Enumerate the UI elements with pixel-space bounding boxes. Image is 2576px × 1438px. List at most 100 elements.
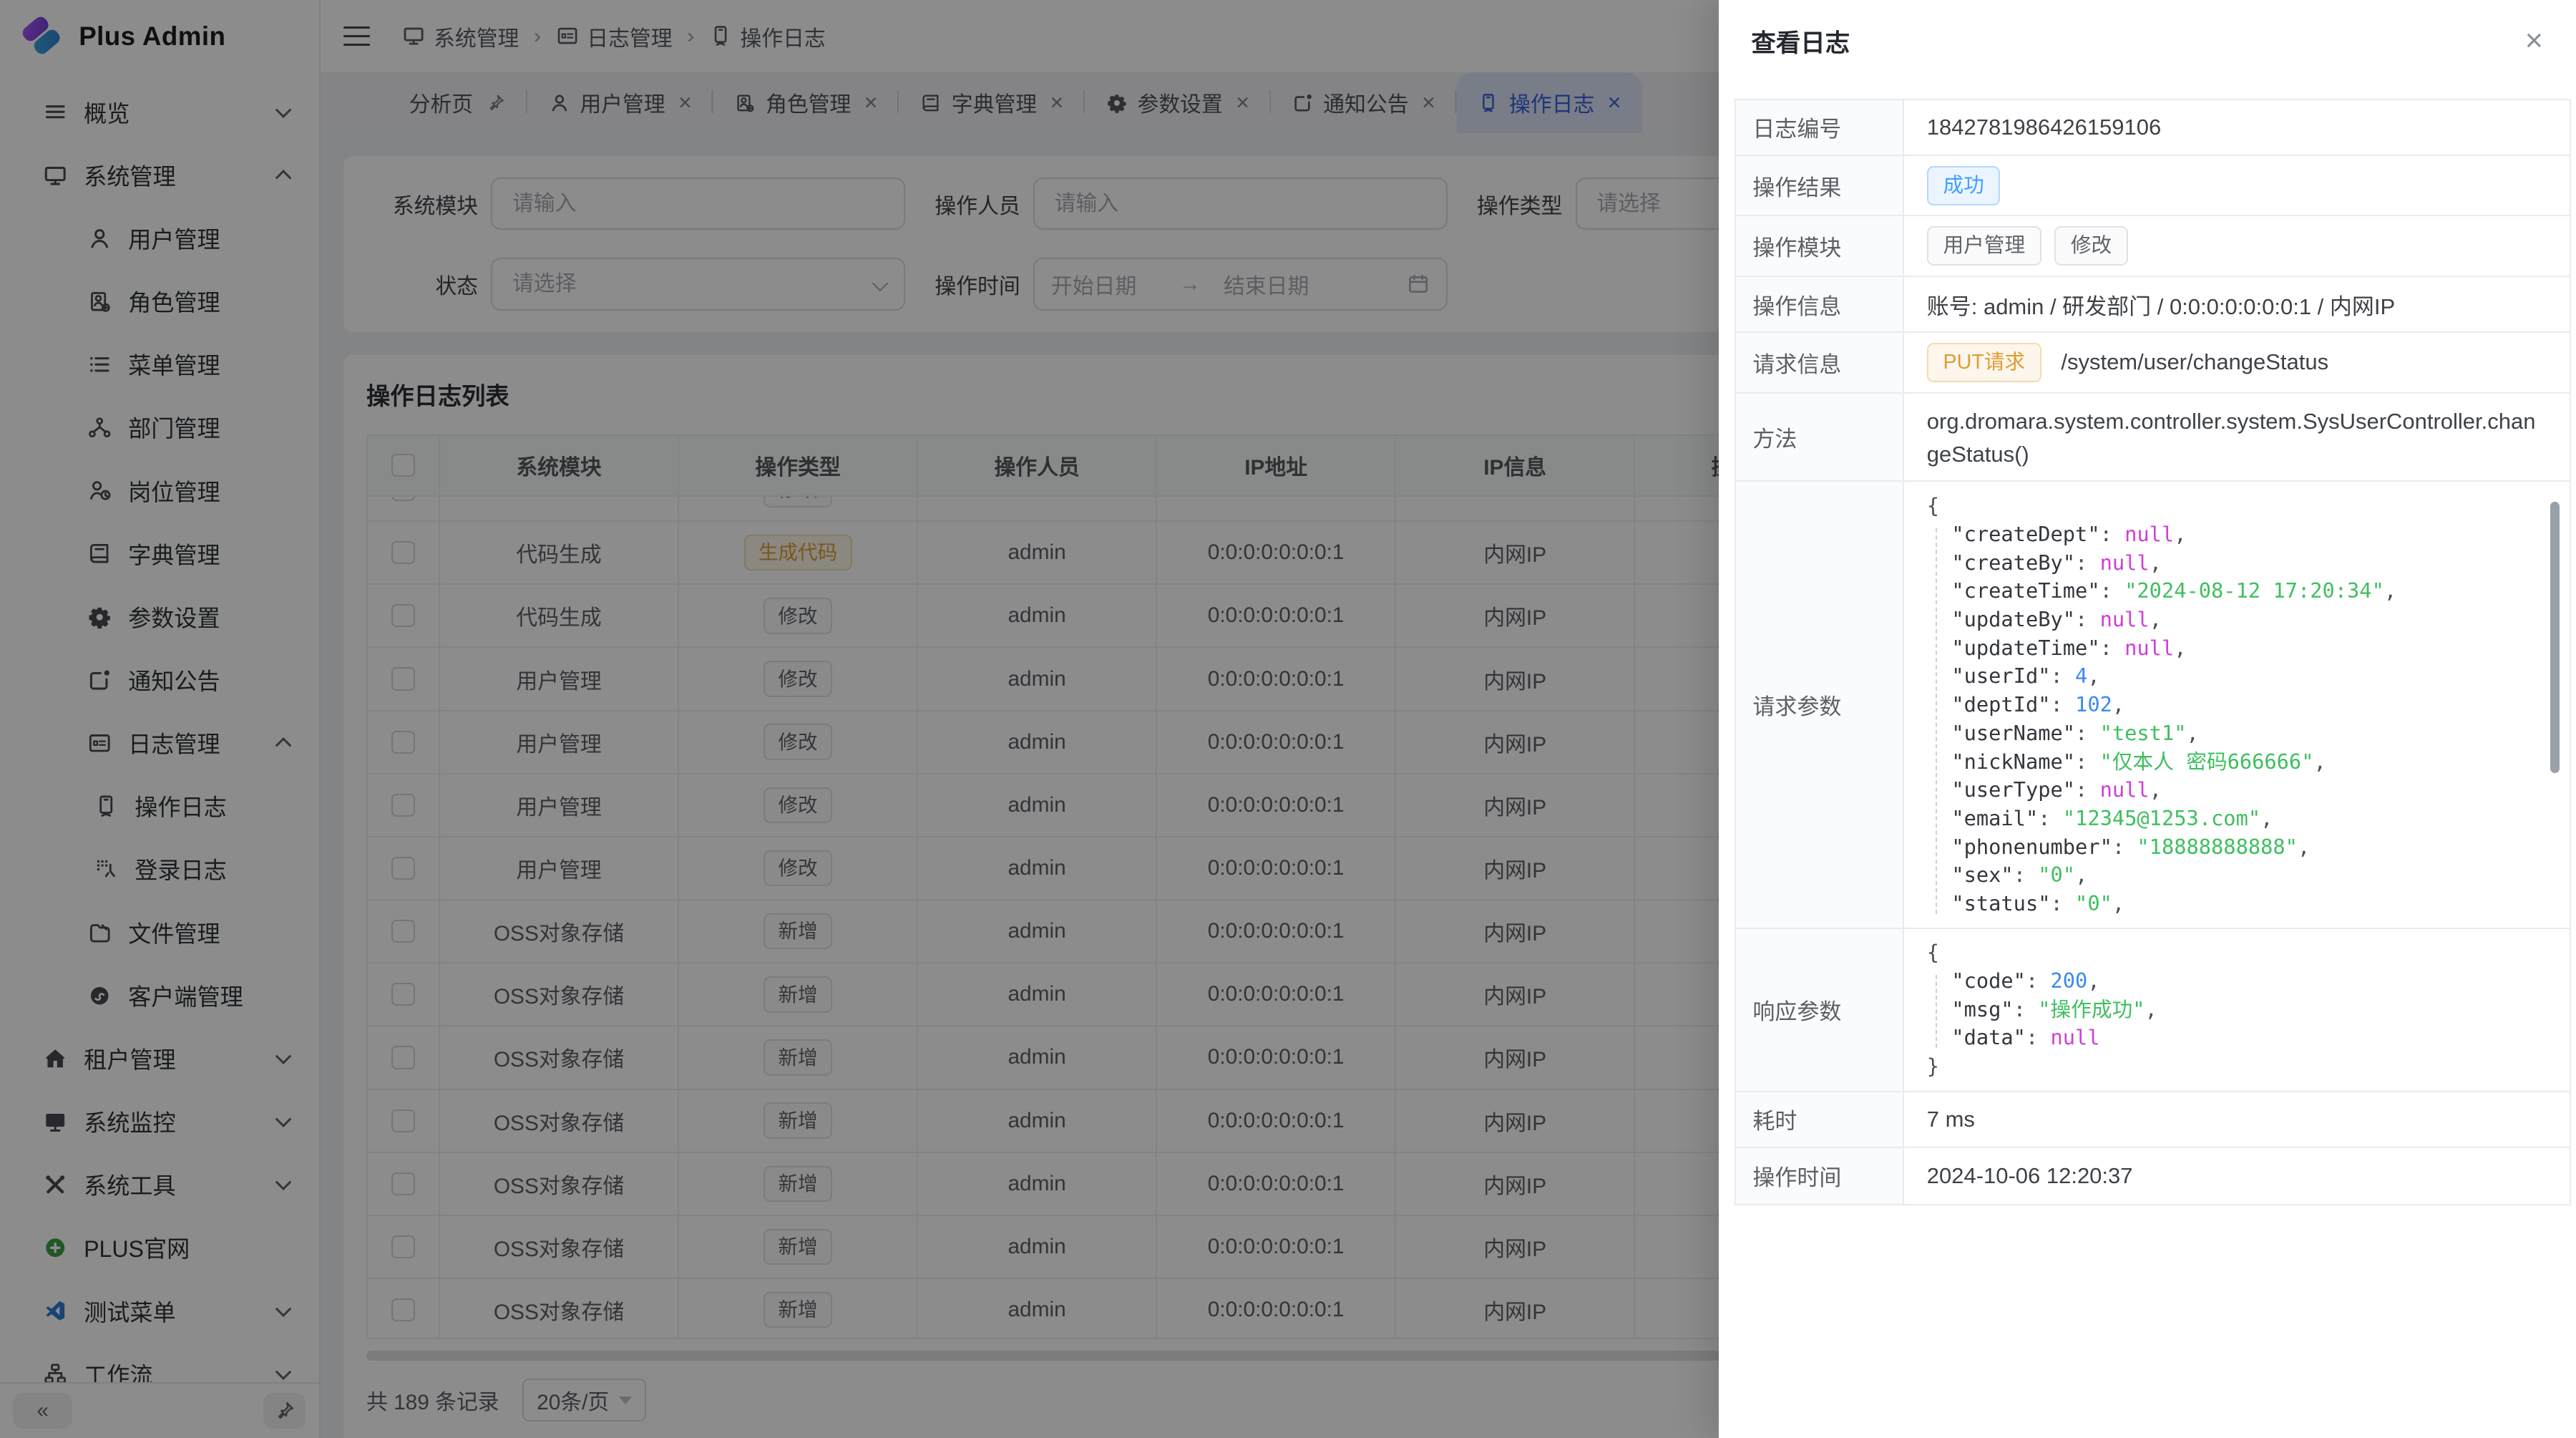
code-token: , — [2187, 721, 2199, 745]
code-token: "updateBy" — [1951, 607, 2075, 631]
field-info: 操作信息 账号: admin / 研发部门 / 0:0:0:0:0:0:0:1 … — [1736, 277, 2570, 333]
code-token — [1927, 550, 1952, 575]
code-token: : — [2026, 1025, 2051, 1049]
code-token: , — [2298, 835, 2310, 859]
code-token: : — [2100, 636, 2125, 660]
code-token: "test1" — [2100, 721, 2187, 745]
code-token: , — [2174, 522, 2186, 546]
code-token: "phonenumber" — [1951, 835, 2112, 859]
code-token: "userType" — [1951, 777, 2075, 802]
view-log-drawer: 查看日志 × 日志编号 1842781986426159106 操作结果 成功 … — [1719, 0, 2576, 1438]
code-token: "18888888888" — [2137, 835, 2298, 859]
code-token: "createTime" — [1951, 578, 2099, 603]
code-token: "data" — [1951, 1025, 2026, 1049]
code-token: : — [2051, 891, 2076, 915]
code-line: "data": null — [1927, 1024, 2570, 1052]
response-params-json: { "code": 200, "msg": "操作成功", "data": nu… — [1927, 938, 2570, 1081]
code-token: : — [2051, 692, 2076, 716]
code-token — [1927, 721, 1952, 745]
code-token: 200 — [2051, 968, 2088, 993]
code-line: "sex": "0", — [1927, 861, 2570, 890]
code-token: "0" — [2038, 863, 2075, 887]
code-token: , — [2150, 777, 2162, 802]
code-line: "email": "12345@1253.com", — [1927, 805, 2570, 833]
code-token: , — [2150, 550, 2162, 575]
code-token: "createDept" — [1951, 522, 2099, 546]
drawer-title: 查看日志 — [1751, 23, 1850, 59]
code-token: null — [2100, 607, 2150, 631]
field-response-params: 响应参数 { "code": 200, "msg": "操作成功", "data… — [1736, 929, 2570, 1092]
indent-guide — [1936, 528, 1937, 915]
code-token: : — [2051, 664, 2076, 688]
field-result: 操作结果 成功 — [1736, 156, 2570, 217]
code-token: 102 — [2075, 692, 2112, 716]
code-token: "status" — [1951, 891, 2050, 915]
code-token: "nickName" — [1951, 749, 2075, 774]
http-method-tag: PUT请求 — [1927, 343, 2041, 382]
code-token: : — [2014, 863, 2039, 887]
drawer-header: 查看日志 × — [1719, 0, 2576, 82]
code-token — [1927, 891, 1952, 915]
code-line: "phonenumber": "18888888888", — [1927, 833, 2570, 862]
code-token: : — [2100, 522, 2125, 546]
code-token: , — [2260, 806, 2273, 830]
field-log-id: 日志编号 1842781986426159106 — [1736, 100, 2570, 156]
code-token — [1927, 968, 1952, 993]
code-token: 4 — [2075, 664, 2087, 688]
code-token: null — [2124, 636, 2174, 660]
code-token: : — [2075, 721, 2100, 745]
code-token — [1927, 749, 1952, 774]
scrollbar-thumb[interactable] — [2550, 502, 2560, 773]
code-token: null — [2100, 777, 2150, 802]
code-token: "2024-08-12 17:20:34" — [2124, 578, 2384, 603]
code-token: "createBy" — [1951, 550, 2075, 575]
code-token: : — [2075, 777, 2100, 802]
code-token: , — [2384, 578, 2396, 603]
code-token: , — [2087, 664, 2099, 688]
field-cost: 耗时 7 ms — [1736, 1092, 2570, 1148]
code-line: "userId": 4, — [1927, 662, 2570, 691]
request-params-json: { "createDept": null, "createBy": null, … — [1927, 492, 2570, 918]
code-token: "code" — [1951, 968, 2026, 993]
code-token: null — [2100, 550, 2150, 575]
code-token — [1927, 607, 1952, 631]
code-token: "email" — [1951, 806, 2038, 830]
code-token: , — [2313, 749, 2326, 774]
code-token: : — [2014, 997, 2039, 1021]
app-window: Plus Admin 概览 系统管理 — [0, 0, 2576, 1438]
code-token: , — [2145, 997, 2157, 1021]
code-token: { — [1927, 493, 1939, 518]
code-token — [1927, 664, 1952, 688]
code-line: "code": 200, — [1927, 967, 2570, 996]
indent-guide — [1936, 975, 1937, 1048]
code-token: "userId" — [1951, 664, 2050, 688]
result-tag: 成功 — [1927, 166, 2001, 205]
code-line: "updateBy": null, — [1927, 606, 2570, 634]
code-token — [1927, 578, 1952, 603]
code-token — [1927, 777, 1952, 802]
code-line: "status": "0", — [1927, 890, 2570, 918]
code-token: , — [2112, 891, 2124, 915]
code-token: null — [2051, 1025, 2100, 1049]
code-token: "操作成功" — [2038, 997, 2145, 1021]
code-token: : — [2112, 835, 2137, 859]
close-icon[interactable]: × — [2525, 26, 2543, 57]
code-token — [1927, 522, 1952, 546]
code-token: , — [2112, 692, 2124, 716]
code-token: "仅本人 密码666666" — [2100, 749, 2314, 774]
code-line: "createDept": null, — [1927, 520, 2570, 549]
code-token: { — [1927, 940, 1939, 964]
code-token: , — [2075, 863, 2087, 887]
code-token — [1927, 997, 1952, 1021]
code-token: "updateTime" — [1951, 636, 2099, 660]
code-token — [1927, 835, 1952, 859]
code-token — [1927, 692, 1952, 716]
code-token: } — [1927, 1054, 1939, 1078]
code-token: : — [2075, 550, 2100, 575]
code-line: "userName": "test1", — [1927, 719, 2570, 748]
field-op-time: 操作时间 2024-10-06 12:20:37 — [1736, 1148, 2570, 1204]
module-tag: 修改 — [2054, 226, 2128, 266]
code-line: "updateTime": null, — [1927, 634, 2570, 663]
code-line: "createBy": null, — [1927, 549, 2570, 578]
code-token: : — [2100, 578, 2125, 603]
